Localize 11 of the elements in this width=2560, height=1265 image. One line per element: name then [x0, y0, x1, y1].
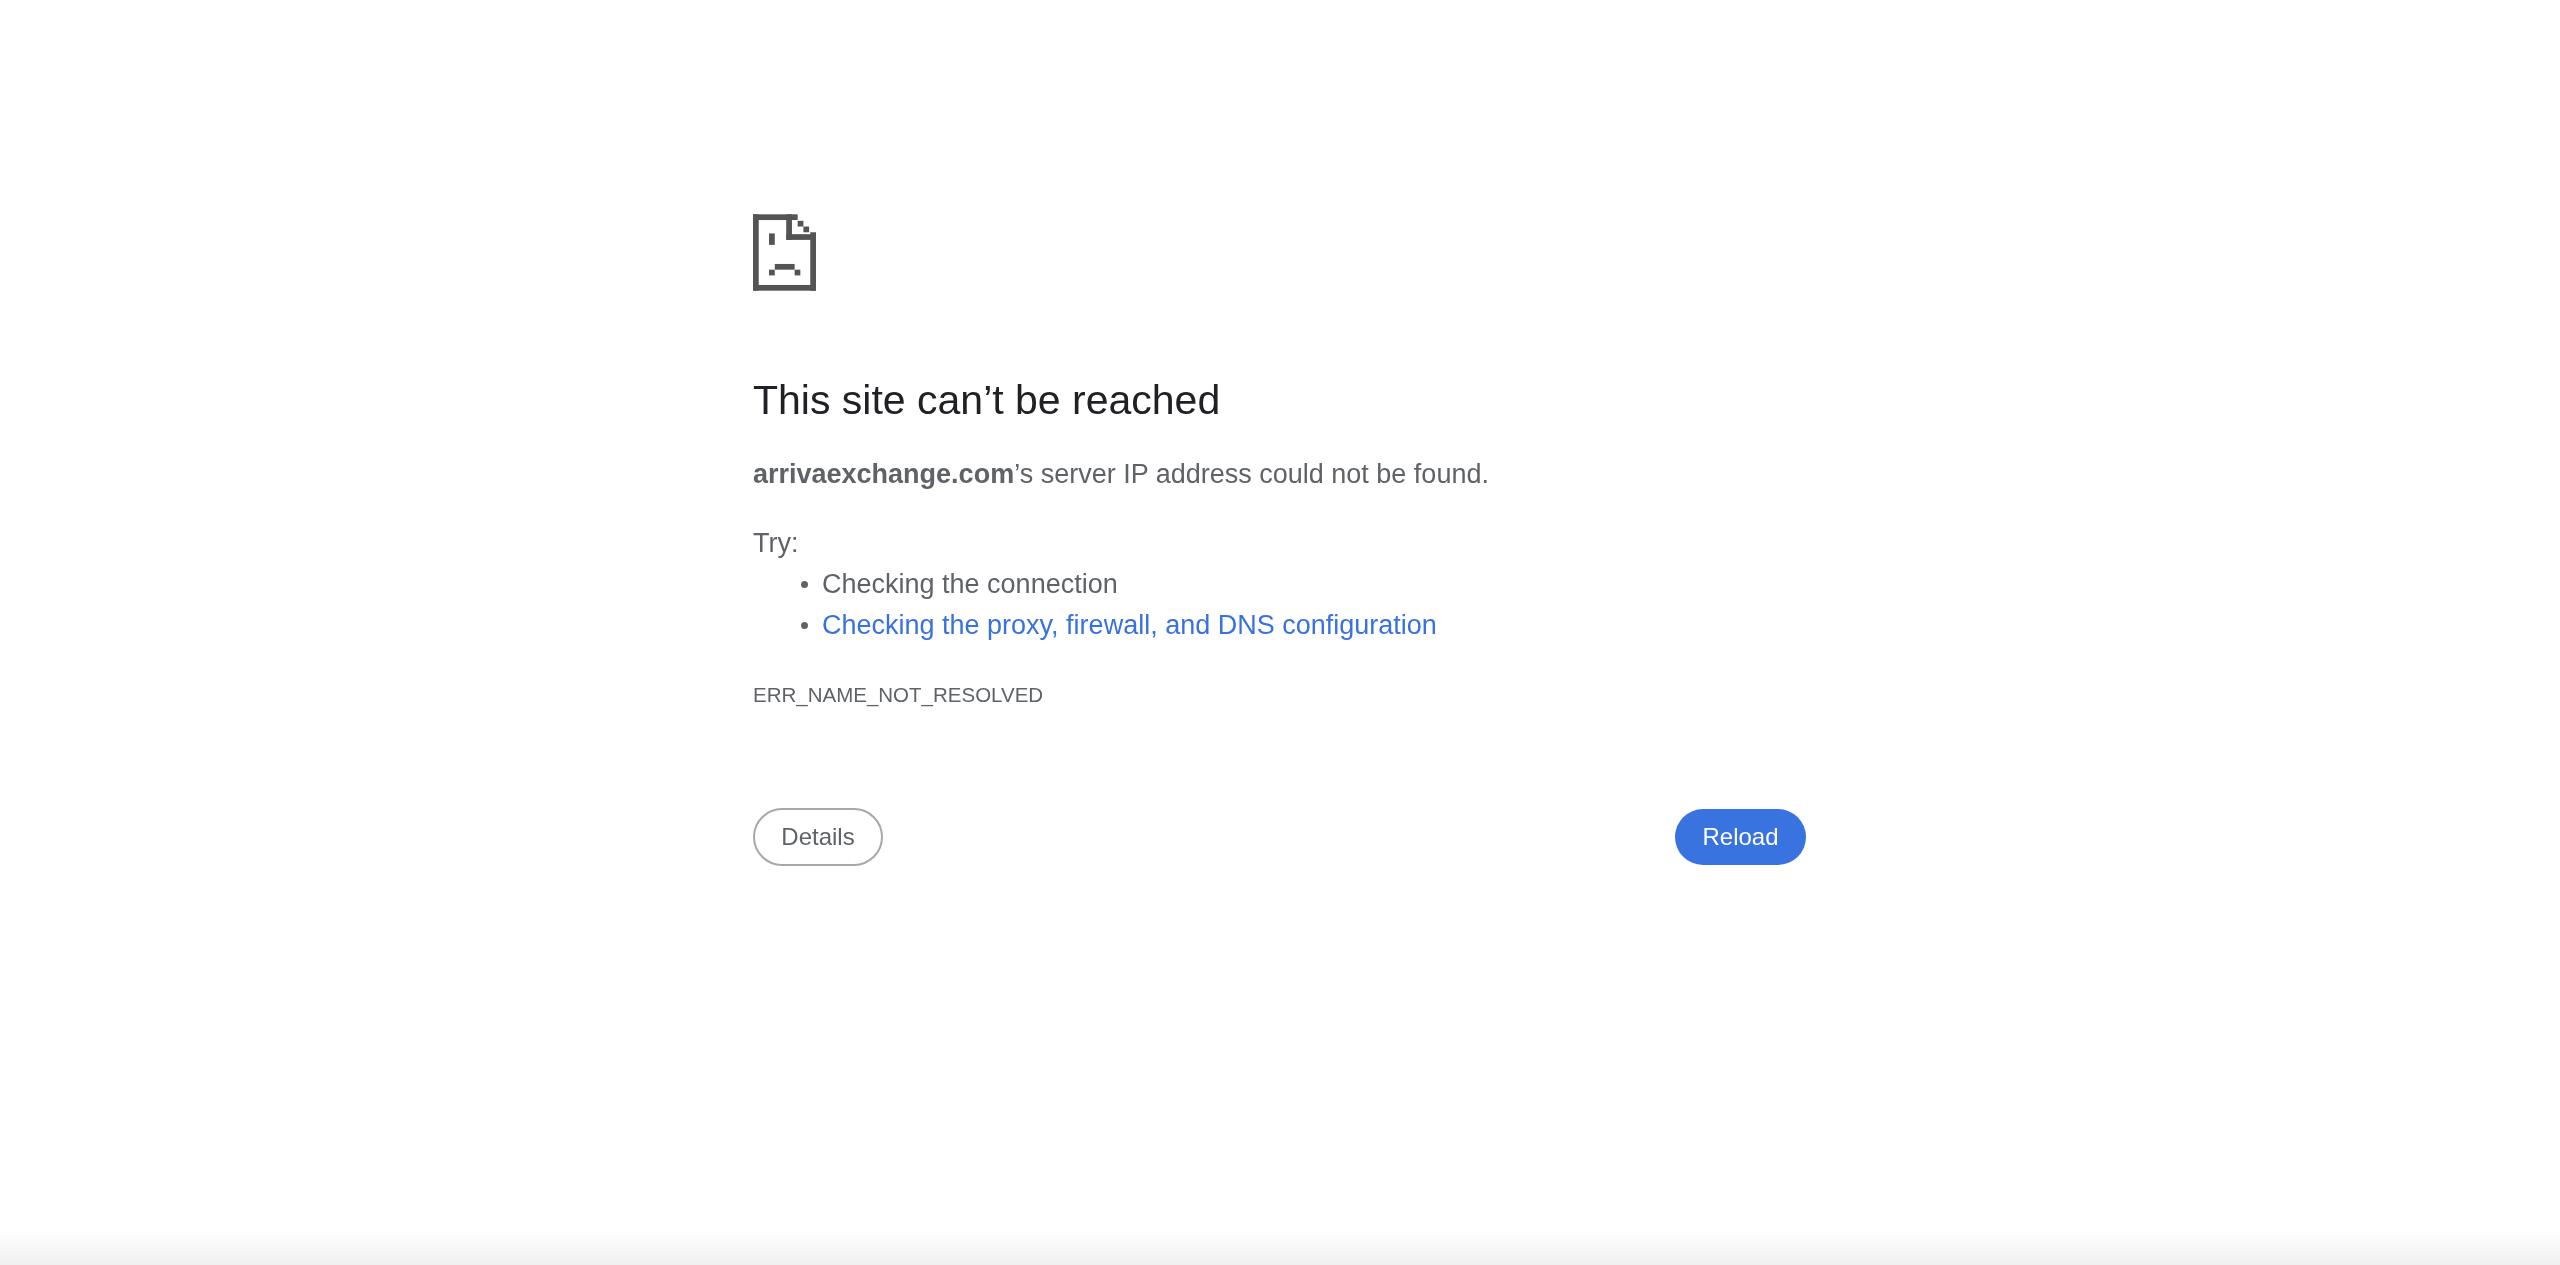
- suggestion-link[interactable]: Checking the proxy, firewall, and DNS configuration: [822, 605, 1437, 646]
- bullet-icon: [801, 622, 808, 629]
- reload-button[interactable]: Reload: [1675, 809, 1806, 865]
- page-heading: This site can’t be reached: [753, 376, 1221, 425]
- details-button[interactable]: Details: [753, 808, 883, 866]
- try-label: Try:: [753, 527, 799, 560]
- error-code: ERR_NAME_NOT_RESOLVED: [753, 682, 1044, 709]
- suggestion-text: Checking the connection: [822, 568, 1118, 601]
- sad-document-icon: [753, 214, 816, 291]
- error-message: arrivaexchange.com’s server IP address could not be found.: [753, 458, 1489, 491]
- bullet-icon: [801, 581, 808, 588]
